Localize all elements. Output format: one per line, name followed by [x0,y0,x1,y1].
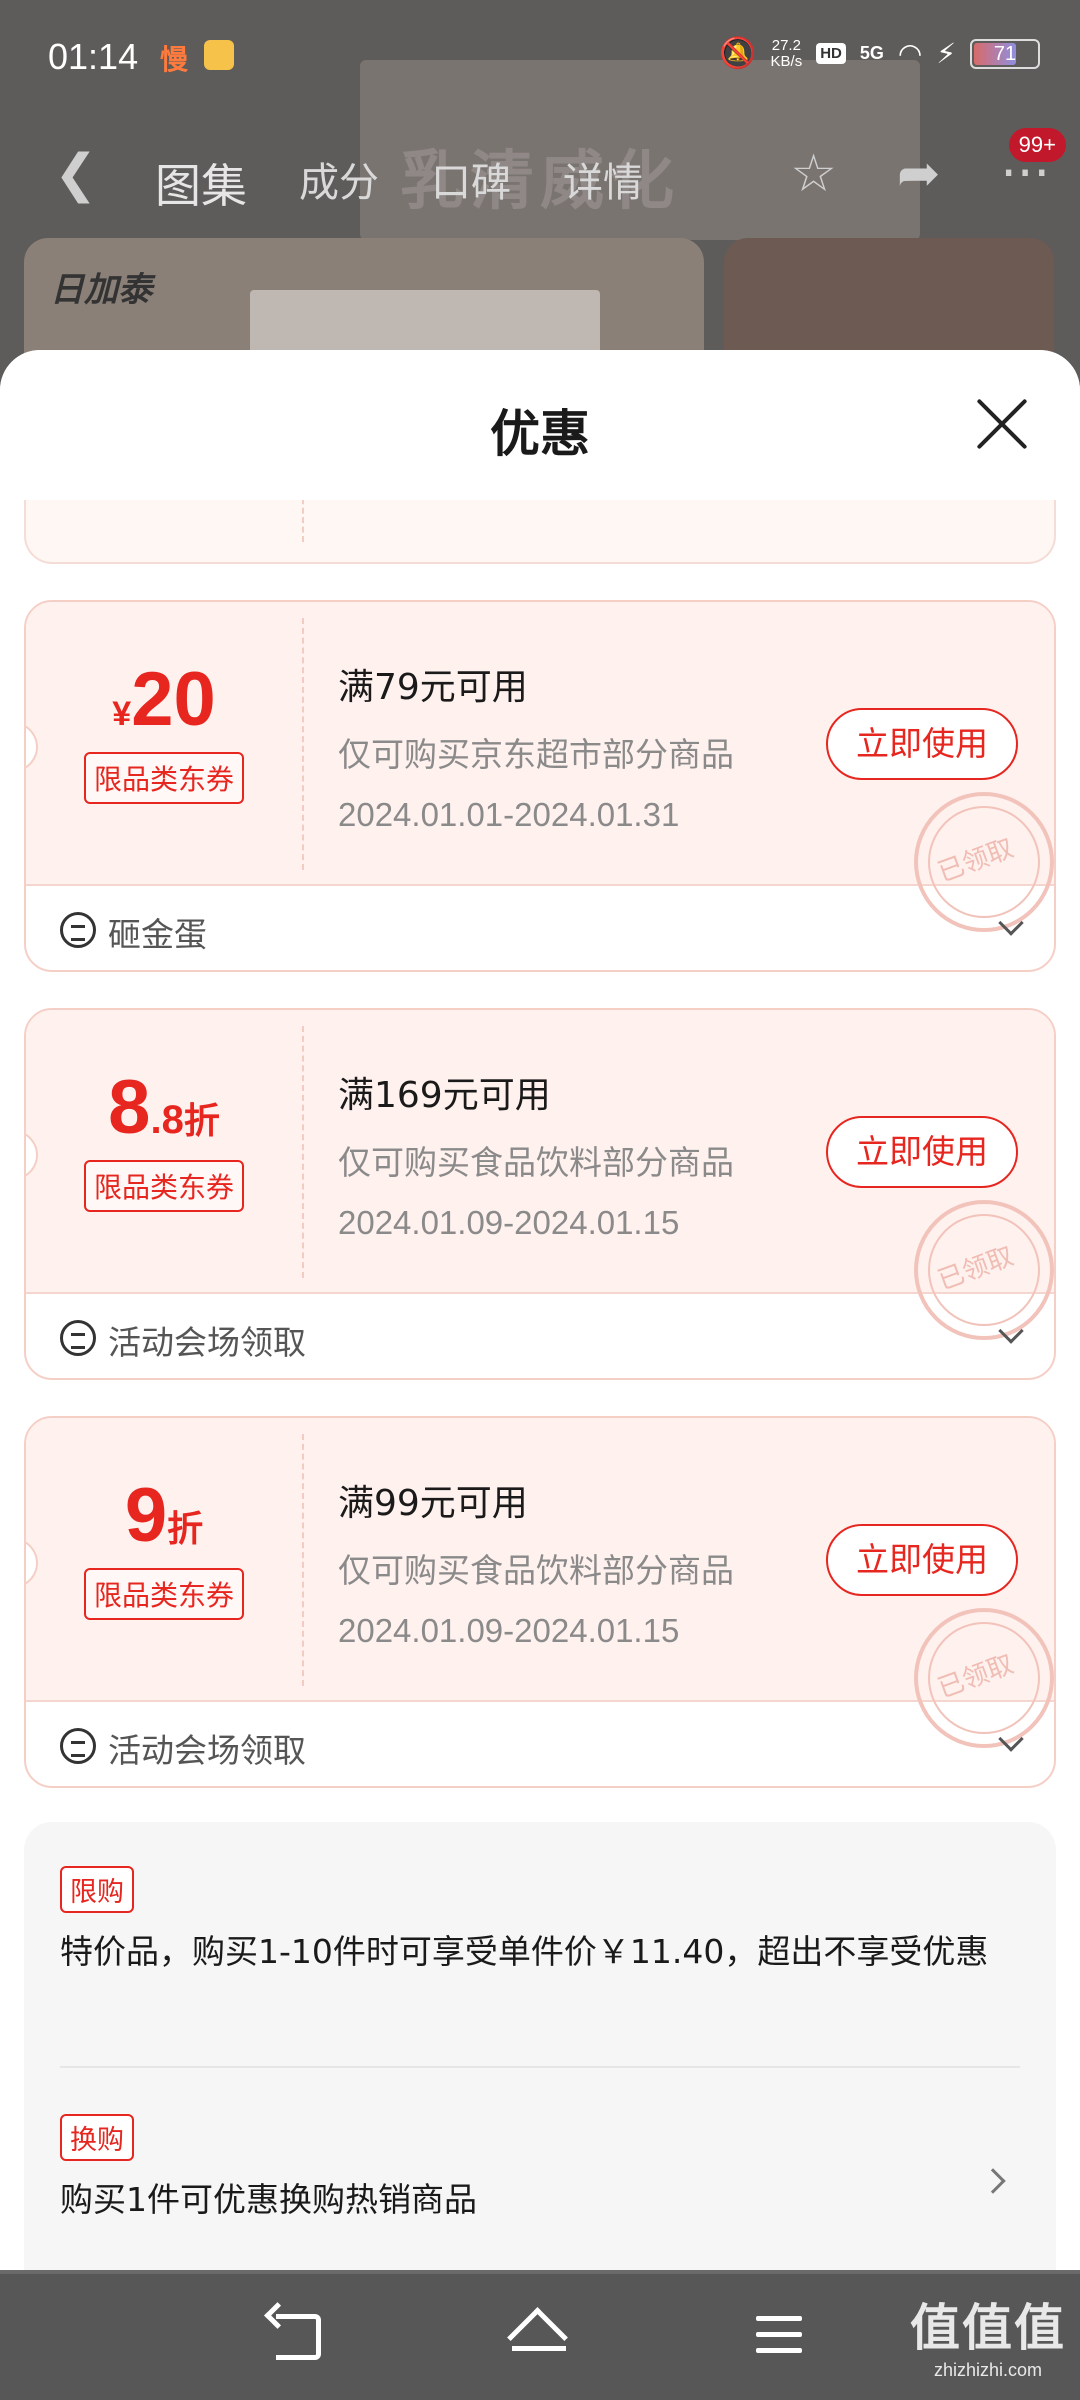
coupon-card: 9折 限品类东券 满99元可用 仅可购买食品饮料部分商品 2024.01.09-… [24,1416,1056,1788]
promotion-text: 购买1件可优惠换购热销商品 [60,2180,477,2219]
nav-home-icon[interactable] [504,2306,574,2366]
use-now-button[interactable]: 立即使用 [826,1524,1018,1596]
coupon-source-row[interactable]: 活动会场领取 [26,1704,1054,1786]
coupon-type-tag: 限品类东券 [83,1568,244,1620]
tab-details[interactable]: 详情 [563,150,643,216]
promotion-text: 特价品，购买1-10件时可享受单件价￥11.40，超出不享受优惠 [60,1932,989,1971]
coupon-condition: 满79元可用 [338,667,528,708]
system-nav-bar: 值值值 zhizhizhi.com [0,2274,1080,2400]
coupon-scope: 仅可购买食品饮料部分商品 [338,1143,734,1182]
promotion-tag: 限购 [60,1866,134,1913]
back-arrow-icon[interactable]: ❮ [54,144,98,204]
coupon-card: 8.8折 限品类东券 满169元可用 仅可购买食品饮料部分商品 2024.01.… [24,1008,1056,1380]
status-bar: 01:14 慢 🔕 27.2 KB/s HD 5G ◠ ⚡ 71 [0,0,1080,120]
coupon-condition: 满99元可用 [338,1483,528,1524]
coupon-condition: 满169元可用 [338,1075,551,1116]
coupon-source-row[interactable]: 活动会场领取 [26,1296,1054,1378]
network-speed: 27.2 KB/s [770,36,803,70]
tab-ingredients[interactable]: 成分 [299,150,379,216]
signal-icon: 5G [859,43,884,63]
coupon-source: 活动会场领取 [108,1323,306,1362]
clock: 01:14 [48,36,139,77]
share-icon[interactable]: ➦ [897,144,941,204]
coupon-source-icon [60,912,96,948]
coupon-amount: 8.8折 [108,1065,220,1150]
discount-sheet: 优惠 ¥20 限品类东券 满79元可用 仅可购买京东超市部分商品 2024.01… [0,350,1080,2270]
tab-reviews[interactable]: 口碑 [431,150,511,216]
coupon-source-icon [60,1728,96,1764]
coupon-card: ¥20 限品类东券 满79元可用 仅可购买京东超市部分商品 2024.01.01… [24,600,1056,972]
mute-icon: 🔕 [719,36,757,71]
charging-icon: ⚡ [936,37,956,70]
tab-gallery[interactable]: 图集 [155,150,247,216]
coupon-validity: 2024.01.01-2024.01.31 [338,796,680,833]
message-badge: 99+ [1008,128,1066,162]
coupon-type-tag: 限品类东券 [83,1160,244,1212]
chevron-down-icon[interactable] [998,1726,1024,1752]
coupon-scope: 仅可购买食品饮料部分商品 [338,1551,734,1590]
battery-icon: 71 [970,38,1040,69]
chevron-down-icon[interactable] [998,1318,1024,1344]
chevron-down-icon[interactable] [998,910,1024,936]
promotion-tag: 换购 [60,2114,134,2161]
brand-logo: 日加泰 [50,270,152,310]
coupon-source: 砸金蛋 [108,915,207,954]
divider [60,2066,1020,2068]
use-now-button[interactable]: 立即使用 [826,1116,1018,1188]
close-icon[interactable] [972,394,1032,454]
coupon-source-icon [60,1320,96,1356]
coupon-source: 活动会场领取 [108,1731,306,1770]
coupon-validity: 2024.01.09-2024.01.15 [338,1612,680,1649]
coupon-card-partial [24,500,1056,564]
coupon-scope: 仅可购买京东超市部分商品 [338,735,734,774]
coupon-type-tag: 限品类东券 [83,752,244,804]
coupon-amount: ¥20 [112,657,216,742]
product-nav-bar: ❮ 图集 成分 口碑 详情 ☆ ➦ ··· [0,130,1080,213]
nav-menu-icon[interactable] [746,2306,816,2366]
watermark: 值值值 zhizhizhi.com [910,2299,1066,2380]
sheet-header: 优惠 [0,350,1080,500]
coupon-list[interactable]: ¥20 限品类东券 满79元可用 仅可购买京东超市部分商品 2024.01.01… [0,500,1080,2270]
use-now-button[interactable]: 立即使用 [826,708,1018,780]
app-notification-icon [204,40,234,70]
promotion-item[interactable]: 换购 购买1件可优惠换购热销商品 [60,2114,1020,2221]
nav-back-icon[interactable] [264,2306,334,2366]
promotion-card: 限购 特价品，购买1-10件时可享受单件价￥11.40，超出不享受优惠 换购 购… [24,1822,1056,2270]
sheet-title: 优惠 [490,405,590,463]
slow-indicator: 慢 [160,43,189,76]
wifi-icon: ◠ [897,37,923,70]
coupon-source-row[interactable]: 砸金蛋 [26,888,1054,970]
coupon-amount: 9折 [124,1473,204,1558]
hd-icon: HD [816,43,846,64]
coupon-validity: 2024.01.09-2024.01.15 [338,1204,680,1241]
favorite-star-icon[interactable]: ☆ [790,144,837,204]
promotion-item: 限购 特价品，购买1-10件时可享受单件价￥11.40，超出不享受优惠 [60,1866,1020,1973]
